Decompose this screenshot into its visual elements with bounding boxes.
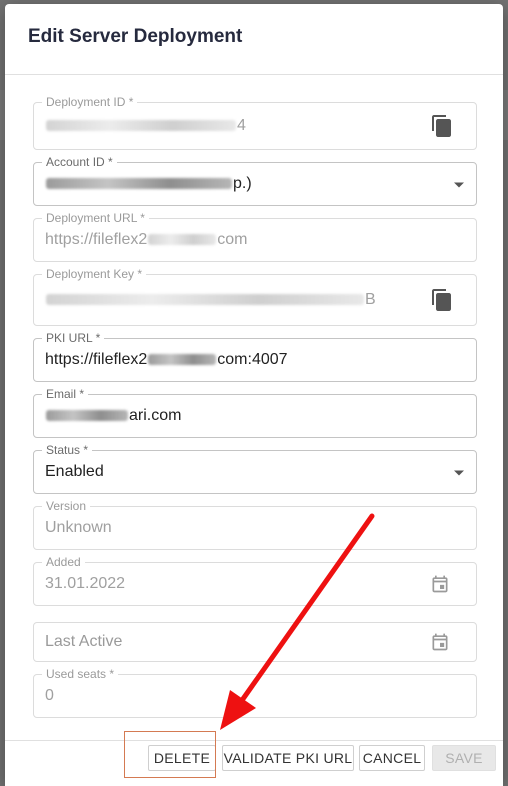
email-value: ari.com	[45, 407, 181, 425]
status-label: Status *	[42, 443, 93, 457]
pki-url-value-tail: com:4007	[217, 351, 288, 368]
email-label: Email *	[42, 387, 89, 401]
chevron-down-icon[interactable]	[454, 182, 464, 188]
status-value: Enabled	[45, 463, 104, 480]
save-button[interactable]: SAVE	[432, 745, 496, 771]
deployment-key-field[interactable]: Deployment Key * B	[33, 267, 477, 326]
deployment-url-value-head: https://fileflex2	[45, 231, 148, 248]
redacted-text	[46, 178, 232, 190]
account-id-value: p.)	[45, 175, 252, 193]
calendar-icon[interactable]	[430, 574, 450, 594]
calendar-icon[interactable]	[430, 632, 450, 652]
added-value: 31.01.2022	[45, 575, 126, 592]
version-field[interactable]: Version Unknown	[33, 499, 477, 550]
pki-url-value: https://fileflex2 com:4007	[45, 351, 288, 369]
copy-icon[interactable]	[430, 288, 454, 312]
version-label: Version	[42, 499, 91, 513]
redacted-text	[46, 410, 128, 422]
version-value: Unknown	[45, 519, 112, 536]
used-seats-field[interactable]: Used seats * 0	[33, 667, 477, 718]
dialog-title: Edit Server Deployment	[28, 26, 243, 47]
account-id-select[interactable]: Account ID * p.)	[33, 155, 477, 206]
deployment-key-label: Deployment Key *	[42, 267, 147, 281]
email-value-tail: ari.com	[129, 407, 182, 424]
deployment-id-label: Deployment ID *	[42, 95, 138, 109]
redacted-text	[148, 234, 217, 246]
email-field[interactable]: Email * ari.com	[33, 387, 477, 438]
actions-divider	[5, 740, 503, 741]
delete-button[interactable]: DELETE	[148, 745, 216, 771]
last-active-field[interactable]: Last Active	[33, 622, 477, 662]
used-seats-label: Used seats *	[42, 667, 119, 681]
deployment-key-value: B	[45, 291, 376, 309]
pki-url-field[interactable]: PKI URL * https://fileflex2 com:4007	[33, 331, 477, 382]
chevron-down-icon[interactable]	[454, 470, 464, 476]
redacted-text	[46, 120, 236, 132]
edit-server-deployment-dialog: Edit Server Deployment Deployment ID * 4…	[5, 4, 503, 786]
cancel-button[interactable]: CANCEL	[359, 745, 425, 771]
used-seats-value: 0	[45, 687, 54, 704]
validate-pki-url-button[interactable]: VALIDATE PKI URL	[222, 745, 354, 771]
deployment-key-value-tail: B	[365, 291, 376, 308]
account-id-label: Account ID *	[42, 155, 117, 169]
added-date-field[interactable]: Added 31.01.2022	[33, 555, 477, 606]
deployment-id-value-tail: 4	[237, 117, 246, 134]
deployment-url-value-tail: com	[217, 231, 248, 248]
deployment-url-value: https://fileflex2 com	[45, 231, 248, 249]
last-active-placeholder: Last Active	[45, 633, 123, 650]
status-select[interactable]: Status * Enabled	[33, 443, 477, 494]
title-divider	[5, 74, 503, 75]
redacted-text	[46, 294, 364, 306]
deployment-id-value: 4	[45, 117, 246, 135]
deployment-url-field[interactable]: Deployment URL * https://fileflex2 com	[33, 211, 477, 262]
added-label: Added	[42, 555, 85, 569]
redacted-text	[148, 354, 217, 366]
copy-icon[interactable]	[430, 114, 454, 138]
pki-url-label: PKI URL *	[42, 331, 105, 345]
deployment-url-label: Deployment URL *	[42, 211, 149, 225]
account-id-value-tail: p.)	[233, 175, 252, 192]
pki-url-value-head: https://fileflex2	[45, 351, 148, 368]
deployment-id-field[interactable]: Deployment ID * 4	[33, 95, 477, 150]
